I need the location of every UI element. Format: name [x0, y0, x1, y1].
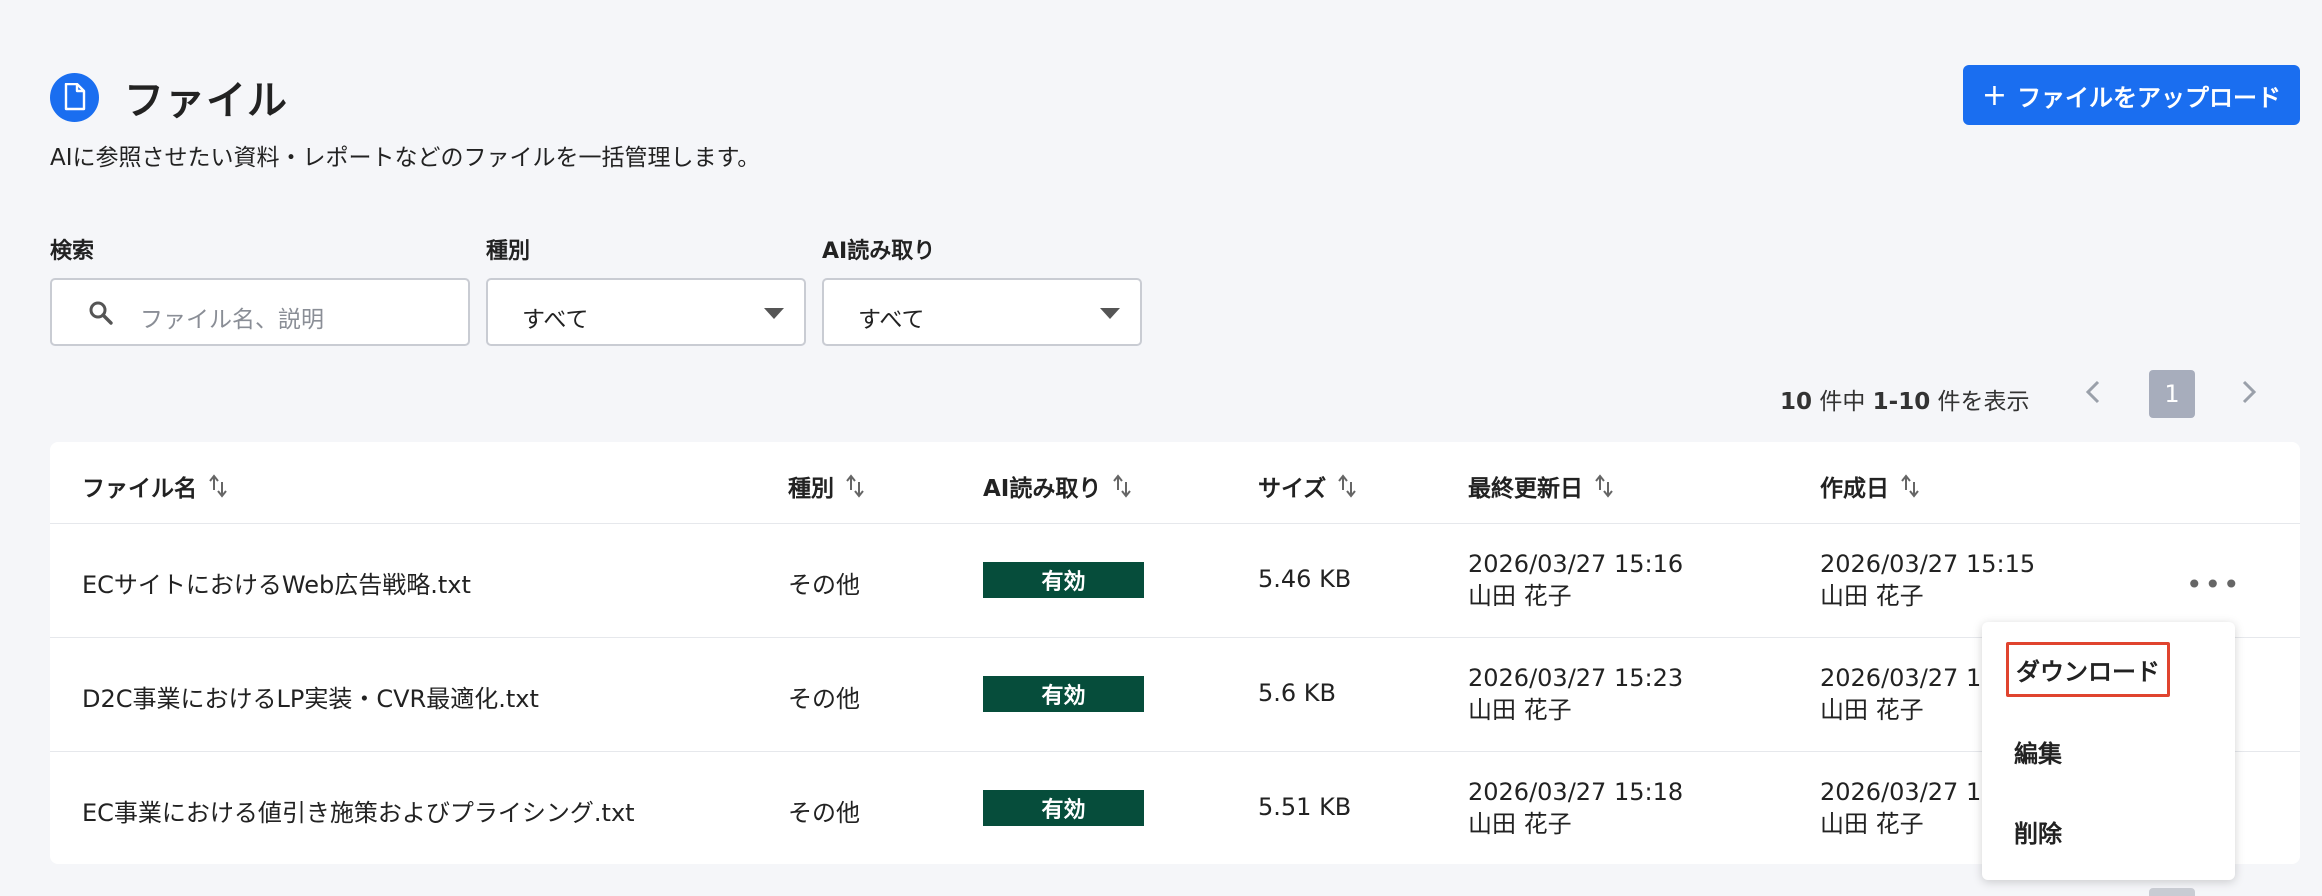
sort-icon[interactable]: [844, 473, 866, 499]
file-type: その他: [788, 685, 860, 713]
plus-icon: +: [1981, 77, 2008, 113]
divider: [50, 523, 2300, 524]
sort-icon[interactable]: [207, 473, 229, 499]
chevron-left-icon[interactable]: [2078, 378, 2108, 413]
type-filter-select[interactable]: すべて: [486, 278, 806, 346]
updated-cell: 2026/03/27 15:23 山田 花子: [1468, 664, 1684, 724]
ai-filter-label: AI読み取り: [822, 239, 936, 264]
search-placeholder: ファイル名、説明: [140, 307, 324, 333]
page-number-button[interactable]: 1: [2149, 370, 2195, 418]
column-header-size[interactable]: サイズ: [1258, 469, 1358, 503]
search-input[interactable]: ファイル名、説明: [50, 278, 470, 346]
page-number-button[interactable]: [2149, 888, 2195, 896]
column-header-created[interactable]: 作成日: [1820, 469, 1921, 503]
file-name[interactable]: D2C事業におけるLP実装・CVR最適化.txt: [82, 679, 539, 714]
sort-icon[interactable]: [1111, 473, 1133, 499]
divider: [50, 751, 2300, 752]
ai-filter-select[interactable]: すべて: [822, 278, 1142, 346]
ai-status-badge: 有効: [983, 676, 1144, 712]
column-header-name[interactable]: ファイル名: [82, 469, 229, 503]
more-options-icon[interactable]: •••: [2186, 568, 2242, 601]
upload-file-button[interactable]: + ファイルをアップロード: [1963, 65, 2300, 125]
sort-icon[interactable]: [1593, 473, 1615, 499]
type-filter-label: 種別: [486, 239, 531, 264]
chevron-down-icon: [764, 308, 784, 319]
column-header-ai[interactable]: AI読み取り: [983, 469, 1133, 503]
pagination-summary: 10 件中 1-10 件を表示: [1780, 389, 2030, 415]
ai-status-badge: 有効: [983, 562, 1144, 598]
page-subtitle: AIに参照させたい資料・レポートなどのファイルを一括管理します。: [50, 145, 761, 171]
edit-menu-item[interactable]: 編集: [2014, 734, 2062, 769]
file-size: 5.6 KB: [1258, 679, 1336, 707]
sort-icon[interactable]: [1899, 473, 1921, 499]
upload-file-label: ファイルをアップロード: [2017, 83, 2282, 112]
page-title: ファイル: [124, 78, 288, 124]
sort-icon[interactable]: [1336, 473, 1358, 499]
file-name[interactable]: EC事業における値引き施策およびプライシング.txt: [82, 793, 635, 828]
type-filter-value: すべて: [522, 307, 589, 333]
created-cell: 2026/03/27 15:15 山田 花子: [1820, 550, 2036, 610]
row-action-menu: ダウンロード 編集 削除: [1982, 622, 2235, 880]
chevron-down-icon: [1100, 308, 1120, 319]
file-size: 5.46 KB: [1258, 565, 1352, 593]
document-icon: [50, 72, 99, 122]
divider: [50, 637, 2300, 638]
created-cell: 2026/03/27 15: 山田 花子: [1820, 778, 2005, 838]
updated-cell: 2026/03/27 15:16 山田 花子: [1468, 550, 1684, 610]
page-header: ファイル: [50, 68, 288, 126]
download-menu-item[interactable]: ダウンロード: [2006, 642, 2170, 697]
ai-status-badge: 有効: [983, 790, 1144, 826]
search-icon: [88, 300, 114, 330]
ai-filter-value: すべて: [858, 307, 925, 333]
file-name[interactable]: ECサイトにおけるWeb広告戦略.txt: [82, 565, 471, 600]
delete-menu-item[interactable]: 削除: [2014, 814, 2062, 849]
created-cell: 2026/03/27 15: 山田 花子: [1820, 664, 2005, 724]
column-header-updated[interactable]: 最終更新日: [1468, 469, 1615, 503]
chevron-right-icon[interactable]: [2234, 378, 2264, 413]
updated-cell: 2026/03/27 15:18 山田 花子: [1468, 778, 1684, 838]
file-type: その他: [788, 571, 860, 599]
search-label: 検索: [50, 239, 95, 264]
column-header-type[interactable]: 種別: [788, 469, 866, 503]
file-size: 5.51 KB: [1258, 793, 1352, 821]
file-type: その他: [788, 799, 860, 827]
